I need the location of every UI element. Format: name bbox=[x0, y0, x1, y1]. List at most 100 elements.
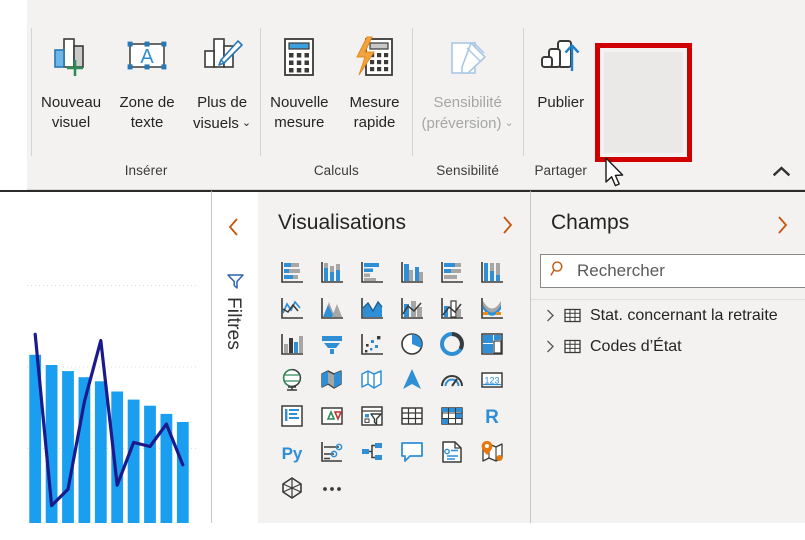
decomposition-tree-icon[interactable] bbox=[352, 434, 392, 470]
sensibilite-button[interactable]: Sensibilité (préversion) ⌄ bbox=[413, 24, 523, 137]
calculator-icon bbox=[274, 29, 324, 91]
line-and-stacked-column-icon[interactable] bbox=[392, 290, 432, 326]
kpi-icon[interactable] bbox=[312, 398, 352, 434]
field-table-row[interactable]: Codes d’État bbox=[531, 331, 805, 362]
pie-chart-icon[interactable] bbox=[392, 326, 432, 362]
waterfall-chart-icon[interactable] bbox=[272, 326, 312, 362]
ribbon-group-partager: Publier Partager bbox=[524, 18, 598, 186]
ribbon-group-sensibilite: Sensibilité (préversion) ⌄ Sensibilité bbox=[413, 18, 523, 186]
field-table-row[interactable]: Stat. concernant la retraite bbox=[531, 300, 805, 331]
ribbon-chart-icon[interactable] bbox=[472, 290, 512, 326]
key-influencers-icon[interactable] bbox=[312, 434, 352, 470]
more-options-icon[interactable] bbox=[312, 470, 352, 506]
sensibilite-label: Sensibilité (préversion) ⌄ bbox=[421, 94, 514, 133]
chevron-right-icon[interactable] bbox=[545, 339, 564, 354]
donut-chart-icon[interactable] bbox=[432, 326, 472, 362]
nouvelle-mesure-label: Nouvelle mesure bbox=[270, 94, 329, 131]
python-visual-icon[interactable]: Py bbox=[272, 434, 312, 470]
ribbon-group-inserer: Nouveau visuel A Zone de texte Plus de v… bbox=[32, 18, 260, 186]
plus-de-visuels-button[interactable]: Plus de visuels ⌄ bbox=[184, 24, 260, 137]
line-chart-icon[interactable] bbox=[272, 290, 312, 326]
ribbon-group-items: Nouveau visuel A Zone de texte Plus de v… bbox=[32, 18, 260, 164]
fields-search[interactable]: Rechercher bbox=[540, 254, 805, 288]
gauge-icon[interactable] bbox=[432, 362, 472, 398]
ribbon-group-label-inserer: Insérer bbox=[124, 163, 168, 178]
publier-button[interactable]: Publier bbox=[524, 24, 598, 116]
qa-visual-icon[interactable] bbox=[392, 434, 432, 470]
multi-row-card-icon[interactable] bbox=[272, 398, 312, 434]
arcgis-map-icon[interactable] bbox=[392, 362, 432, 398]
treemap-icon[interactable] bbox=[472, 326, 512, 362]
window-bottom-edge bbox=[0, 523, 805, 538]
chevron-down-icon[interactable]: ⌄ bbox=[505, 113, 514, 133]
r-script-visual-icon[interactable]: R bbox=[472, 398, 512, 434]
nouvelle-mesure-button[interactable]: Nouvelle mesure bbox=[261, 24, 337, 136]
filters-pane-collapsed[interactable]: Filtres bbox=[211, 190, 260, 525]
map-pin-visual-icon[interactable] bbox=[472, 434, 512, 470]
text-box-icon: A bbox=[122, 29, 172, 91]
funnel-chart-icon[interactable] bbox=[312, 326, 352, 362]
stacked-column-chart-icon[interactable] bbox=[312, 254, 352, 290]
field-table-name: Stat. concernant la retraite bbox=[590, 306, 778, 324]
slicer-icon[interactable] bbox=[352, 398, 392, 434]
stacked-bar-chart-icon[interactable] bbox=[272, 254, 312, 290]
chevron-left-icon[interactable] bbox=[226, 216, 241, 243]
chevron-up-icon[interactable] bbox=[771, 161, 791, 181]
search-placeholder: Rechercher bbox=[577, 261, 665, 280]
field-table-name: Codes d’État bbox=[590, 337, 682, 355]
area-chart-icon[interactable] bbox=[312, 290, 352, 326]
stacked-area-chart-icon[interactable] bbox=[352, 290, 392, 326]
visualizations-pane: Visualisations 123 R Py bbox=[258, 190, 531, 525]
ribbon-group-label-partager: Partager bbox=[534, 163, 588, 178]
table-icon[interactable] bbox=[392, 398, 432, 434]
line-and-clustered-column-icon[interactable] bbox=[432, 290, 472, 326]
ribbon: Nouveau visuel A Zone de texte Plus de v… bbox=[27, 0, 805, 190]
mesure-rapide-button[interactable]: Mesure rapide bbox=[338, 24, 412, 136]
svg-text:R: R bbox=[485, 407, 499, 428]
hundred-percent-stacked-column-icon[interactable] bbox=[472, 254, 512, 290]
power-bi-window: Nouveau visuel A Zone de texte Plus de v… bbox=[0, 0, 805, 540]
search-input[interactable]: Rechercher bbox=[540, 254, 805, 288]
search-icon bbox=[550, 260, 568, 283]
table-icon bbox=[564, 308, 590, 323]
filled-map-icon[interactable] bbox=[312, 362, 352, 398]
zone-de-texte-button[interactable]: A Zone de texte bbox=[110, 24, 184, 136]
ribbon-group-label-calculs: Calculs bbox=[313, 163, 359, 178]
new-visual-icon bbox=[46, 29, 96, 91]
fields-pane: Champs Rechercher Stat. concernant la re… bbox=[531, 190, 805, 525]
map-icon[interactable] bbox=[272, 362, 312, 398]
table-icon bbox=[564, 339, 590, 354]
paginated-report-icon[interactable] bbox=[272, 470, 312, 506]
scatter-chart-icon[interactable] bbox=[352, 326, 392, 362]
matrix-icon[interactable] bbox=[432, 398, 472, 434]
fields-tree[interactable]: Stat. concernant la retraite Codes d’État bbox=[531, 300, 805, 362]
ribbon-group-items: Publier bbox=[524, 18, 598, 164]
hundred-percent-stacked-bar-icon[interactable] bbox=[432, 254, 472, 290]
clustered-bar-chart-icon[interactable] bbox=[352, 254, 392, 290]
chevron-down-icon[interactable]: ⌄ bbox=[242, 113, 251, 133]
more-visuals-icon bbox=[197, 29, 247, 91]
publier-label: Publier bbox=[537, 94, 585, 111]
combo-chart-visual[interactable] bbox=[0, 192, 211, 540]
card-icon[interactable]: 123 bbox=[472, 362, 512, 398]
smart-narrative-icon[interactable] bbox=[432, 434, 472, 470]
quick-measure-icon bbox=[350, 29, 400, 91]
filters-pane-label: Filtres bbox=[223, 297, 244, 351]
sensitivity-icon bbox=[443, 29, 493, 91]
ribbon-group-items: Nouvelle mesure Mesure rapide bbox=[261, 18, 411, 164]
shape-map-icon[interactable] bbox=[352, 362, 392, 398]
visualization-type-grid[interactable]: 123 R Py bbox=[272, 254, 516, 506]
report-canvas[interactable] bbox=[0, 190, 211, 540]
mesure-rapide-label: Mesure rapide bbox=[349, 94, 400, 131]
clustered-column-chart-icon[interactable] bbox=[392, 254, 432, 290]
filter-funnel-icon[interactable] bbox=[226, 272, 245, 295]
visualizations-pane-title: Visualisations bbox=[278, 211, 407, 234]
chevron-right-icon[interactable] bbox=[775, 214, 789, 241]
nouveau-visuel-button[interactable]: Nouveau visuel bbox=[32, 24, 110, 136]
publish-button-hover-bg bbox=[604, 52, 683, 153]
chevron-right-icon[interactable] bbox=[545, 308, 564, 323]
ribbon-group-label-sensibilite: Sensibilité bbox=[436, 163, 499, 178]
publish-icon bbox=[536, 29, 586, 91]
ribbon-group-items: Sensibilité (préversion) ⌄ bbox=[413, 18, 523, 164]
chevron-right-icon[interactable] bbox=[500, 214, 514, 241]
